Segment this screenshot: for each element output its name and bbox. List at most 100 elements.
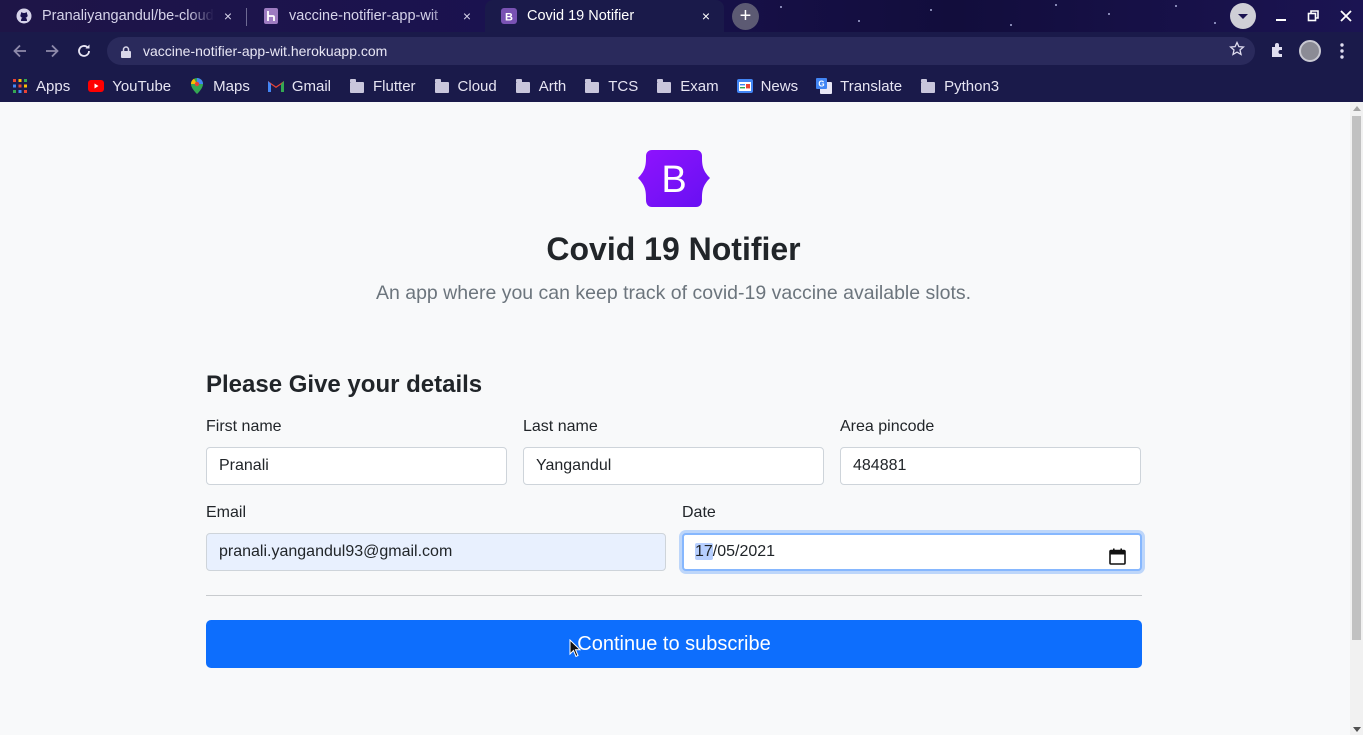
profile-dropdown-button[interactable] [1230, 3, 1256, 29]
form-heading: Please Give your details [206, 371, 483, 398]
pincode-input[interactable]: 484881 [840, 447, 1141, 485]
bookmark-label: YouTube [112, 77, 172, 95]
bookmark-label: Gmail [291, 77, 332, 95]
bookmark-label: Cloud [457, 77, 497, 95]
bookmark-label: Python3 [944, 77, 1000, 95]
reload-icon [78, 44, 90, 57]
bookmark-gmail[interactable]: Gmail [267, 77, 332, 95]
reload-button[interactable] [74, 41, 94, 61]
scroll-down-arrow-icon[interactable] [1353, 727, 1361, 732]
heroku-icon [263, 8, 279, 24]
chevron-down-icon [1238, 14, 1248, 19]
close-window-button[interactable] [1335, 5, 1357, 27]
form-divider [206, 595, 1142, 596]
close-icon[interactable]: × [220, 8, 236, 24]
page-content: B Covid 19 Notifier An app where you can… [0, 102, 1350, 735]
browser-toolbar: vaccine-notifier-app-wit.herokuapp.com [0, 32, 1363, 70]
tab-heroku[interactable]: vaccine-notifier-app-wit × [247, 0, 485, 32]
page-scrollbar[interactable] [1350, 102, 1363, 735]
folder-icon [584, 78, 600, 94]
github-icon [16, 8, 32, 24]
apps-grid-icon [12, 78, 28, 94]
avatar[interactable] [1299, 40, 1321, 62]
bookmark-maps[interactable]: Maps [189, 78, 250, 95]
mouse-cursor-icon [569, 638, 582, 658]
logo-letter: B [661, 159, 686, 201]
page-lead: An app where you can keep track of covid… [375, 282, 972, 304]
bookmark-label: Flutter [373, 77, 416, 95]
menu-button[interactable] [1334, 40, 1350, 62]
extensions-button[interactable] [1268, 41, 1288, 61]
folder-icon [920, 78, 936, 94]
email-input[interactable]: pranali.yangandul93@gmail.com [206, 533, 666, 571]
last-name-label: Last name [523, 418, 598, 435]
restore-button[interactable] [1302, 5, 1324, 27]
bookmarks-bar: Apps YouTube Maps Gmail Flutter Cloud Ar… [0, 70, 1363, 102]
calendar-icon[interactable] [1109, 544, 1126, 565]
arrow-right-icon [46, 44, 59, 58]
tab-covid-notifier[interactable]: B Covid 19 Notifier × [485, 0, 724, 32]
last-name-input[interactable]: Yangandul [523, 447, 824, 485]
date-rest-segment: /05/2021 [712, 543, 776, 560]
page-title: Covid 19 Notifier [546, 231, 801, 267]
bookmark-youtube[interactable]: YouTube [88, 78, 171, 95]
bookmark-star-icon[interactable] [1229, 40, 1245, 62]
bookmark-label: TCS [608, 77, 639, 95]
date-day-segment[interactable]: 17 [695, 543, 713, 560]
close-icon [1340, 10, 1352, 22]
bookmark-news[interactable]: News [736, 77, 799, 95]
bookmark-flutter[interactable]: Flutter [349, 78, 416, 95]
first-name-label: First name [206, 418, 282, 435]
bookmark-label: Arth [538, 77, 567, 95]
close-icon[interactable]: × [459, 8, 475, 24]
tab-github[interactable]: Pranaliyangandul/be-cloud × [0, 0, 246, 32]
minimize-button[interactable] [1270, 5, 1292, 27]
email-label: Email [206, 504, 247, 521]
svg-text:B: B [505, 12, 513, 24]
arrow-left-icon [13, 44, 26, 58]
forward-button[interactable] [42, 41, 62, 61]
folder-icon [349, 78, 365, 94]
address-bar[interactable]: vaccine-notifier-app-wit.herokuapp.com [107, 37, 1255, 65]
bookmark-tcs[interactable]: TCS [584, 78, 638, 95]
scroll-up-arrow-icon[interactable] [1353, 106, 1361, 111]
pincode-label: Area pincode [840, 418, 935, 435]
back-button[interactable] [10, 41, 30, 61]
svg-text:G: G [818, 80, 824, 89]
bookmark-arth[interactable]: Arth [515, 77, 567, 95]
bookmark-exam[interactable]: Exam [656, 77, 719, 95]
close-icon[interactable]: × [698, 8, 714, 24]
bootstrap-icon: B [501, 8, 517, 24]
continue-subscribe-button[interactable]: Continue to subscribe [206, 620, 1142, 668]
url-text: vaccine-notifier-app-wit.herokuapp.com [143, 43, 388, 59]
new-tab-button[interactable]: + [732, 3, 759, 30]
folder-icon [515, 78, 531, 94]
maps-pin-icon [189, 78, 205, 94]
folder-icon [656, 78, 672, 94]
bookmark-label: Maps [213, 77, 250, 95]
lock-icon [121, 45, 131, 58]
browser-chrome: Pranaliyangandul/be-cloud × vaccine-noti… [0, 0, 1363, 102]
bookmark-cloud[interactable]: Cloud [434, 78, 497, 95]
puzzle-icon [1272, 43, 1282, 57]
restore-icon [1307, 10, 1319, 22]
date-label: Date [682, 504, 716, 521]
tab-title: vaccine-notifier-app-wit [289, 8, 439, 24]
bookmark-label: Apps [36, 77, 71, 95]
tab-title: Covid 19 Notifier [527, 8, 635, 24]
bookmark-python3[interactable]: Python3 [920, 78, 999, 95]
folder-icon [434, 78, 450, 94]
bookmark-apps[interactable]: Apps [12, 78, 70, 95]
google-translate-icon: G [816, 78, 833, 94]
first-name-input[interactable]: Pranali [206, 447, 507, 485]
minimize-icon [1276, 19, 1286, 21]
date-input[interactable]: 17/05/2021 [682, 533, 1142, 571]
tab-title: Pranaliyangandul/be-cloud [42, 8, 214, 24]
scrollbar-thumb[interactable] [1352, 116, 1361, 640]
bookmark-label: Exam [680, 77, 719, 95]
bookmark-label: News [760, 77, 799, 95]
bookmark-translate[interactable]: G Translate [816, 78, 902, 95]
tab-strip: Pranaliyangandul/be-cloud × vaccine-noti… [0, 0, 1363, 32]
youtube-icon [88, 78, 105, 94]
bookmark-label: Translate [840, 77, 903, 95]
